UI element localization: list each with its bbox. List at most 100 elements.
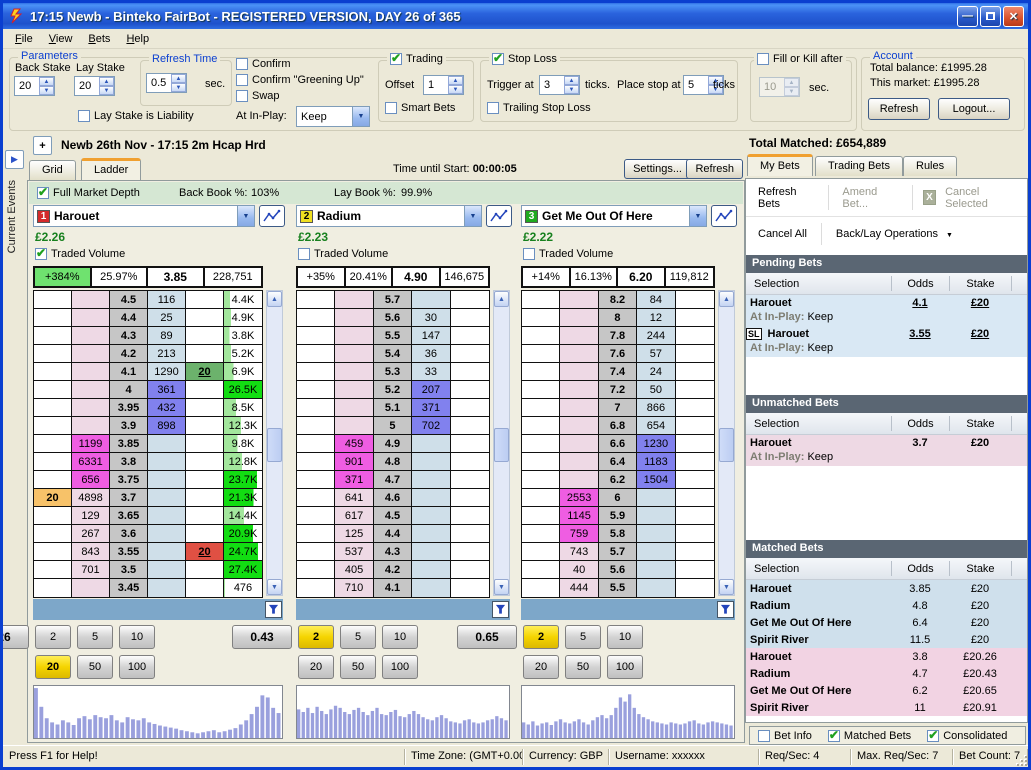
lay-amount-cell[interactable] (72, 363, 110, 380)
runner-select[interactable]: 2Radium▼ (296, 205, 482, 227)
lay-amount-cell[interactable] (560, 471, 598, 488)
title-bar[interactable]: 17:15 Newb - Binteko FairBot - REGISTERE… (3, 3, 1028, 29)
back-stake-cell[interactable] (34, 579, 72, 597)
lay-amount-cell[interactable]: 371 (335, 471, 373, 488)
option-matched-bets[interactable]: Matched Bets (828, 730, 911, 742)
scroll-up-button[interactable]: ▲ (494, 291, 509, 307)
chevron-down-icon[interactable]: ▼ (464, 206, 481, 226)
lay-amount-cell[interactable] (560, 345, 598, 362)
lay-amount-cell[interactable] (335, 417, 373, 434)
ladder-refresh-button[interactable]: Refresh (686, 159, 743, 179)
back-amount-cell[interactable] (412, 489, 450, 506)
back-stake-cell[interactable] (34, 525, 72, 542)
lay-stake-cell[interactable] (676, 417, 714, 434)
bet-row[interactable]: Harouet3.8£20.26 (746, 648, 1027, 665)
back-stake-cell[interactable] (522, 507, 560, 524)
back-amount-cell[interactable] (412, 453, 450, 470)
bet-row[interactable]: Harouet4.1£20At In-Play: Keep (746, 295, 1027, 326)
back-amount-cell[interactable]: 1230 (637, 435, 675, 452)
stake-button-20[interactable]: 20 (523, 655, 559, 679)
lay-amount-cell[interactable]: 129 (72, 507, 110, 524)
back-stake-cell[interactable] (34, 453, 72, 470)
back-amount-cell[interactable] (412, 525, 450, 542)
lay-stake-cell[interactable] (186, 525, 224, 542)
lay-amount-cell[interactable]: 743 (560, 543, 598, 560)
back-stake-cell[interactable] (297, 453, 335, 470)
back-stake-cell[interactable] (297, 345, 335, 362)
filter-funnel-button[interactable] (492, 601, 509, 618)
minimize-button[interactable]: — (957, 6, 978, 27)
lay-stake-cell[interactable] (451, 471, 489, 488)
back-stake-cell[interactable] (522, 309, 560, 326)
back-stake-cell[interactable] (297, 507, 335, 524)
back-amount-cell[interactable]: 1504 (637, 471, 675, 488)
full-market-depth-checkbox[interactable]: Full Market Depth (37, 187, 140, 199)
option-bet-info[interactable]: Bet Info (758, 730, 812, 742)
back-stake-cell[interactable] (522, 417, 560, 434)
back-amount-cell[interactable]: 12 (637, 309, 675, 326)
bet-row[interactable]: Radium4.7£20.43 (746, 665, 1027, 682)
back-amount-cell[interactable] (412, 435, 450, 452)
back-stake-cell[interactable] (297, 543, 335, 560)
confirm-greening-checkbox[interactable]: Confirm "Greening Up" (236, 74, 364, 86)
back-stake-cell[interactable] (297, 327, 335, 344)
back-stake-cell[interactable] (522, 399, 560, 416)
tick-offset-button[interactable]: 0.26 (0, 625, 29, 649)
expand-panel-button[interactable]: ▶ (5, 150, 24, 169)
lay-amount-cell[interactable] (335, 291, 373, 308)
lay-stake-cell[interactable] (676, 327, 714, 344)
lay-amount-cell[interactable] (560, 453, 598, 470)
back-amount-cell[interactable]: 24 (637, 363, 675, 380)
scroll-down-button[interactable]: ▼ (719, 579, 734, 595)
resize-grip[interactable] (1014, 753, 1027, 766)
lay-amount-cell[interactable] (560, 363, 598, 380)
lay-stake-cell[interactable] (451, 525, 489, 542)
lay-amount-cell[interactable]: 2553 (560, 489, 598, 506)
stake-button-100[interactable]: 100 (382, 655, 418, 679)
back-amount-cell[interactable]: 57 (637, 345, 675, 362)
lay-stake-cell[interactable] (676, 309, 714, 326)
tab-my-bets[interactable]: My Bets (747, 154, 813, 176)
lay-stake-cell[interactable] (186, 579, 224, 597)
lay-stake-cell[interactable] (451, 507, 489, 524)
lay-amount-cell[interactable] (560, 417, 598, 434)
lay-stake-cell[interactable] (676, 561, 714, 578)
stake-button-20[interactable]: 20 (35, 655, 71, 679)
ladder-scrollbar[interactable]: ▲▼ (718, 290, 735, 596)
lay-amount-cell[interactable] (72, 327, 110, 344)
tab-trading-bets[interactable]: Trading Bets (815, 156, 903, 176)
lay-stake-cell[interactable] (676, 291, 714, 308)
lay-amount-cell[interactable]: 6331 (72, 453, 110, 470)
lay-amount-cell[interactable] (335, 363, 373, 380)
back-amount-cell[interactable] (637, 561, 675, 578)
back-stake-cell[interactable] (297, 363, 335, 380)
back-amount-cell[interactable] (148, 471, 186, 488)
back-stake-cell[interactable] (297, 471, 335, 488)
back-amount-cell[interactable]: 702 (412, 417, 450, 434)
bet-row[interactable]: Spirit River11.5£20 (746, 631, 1027, 648)
lay-amount-cell[interactable] (560, 327, 598, 344)
stake-button-2[interactable]: 2 (298, 625, 334, 649)
back-amount-cell[interactable]: 361 (148, 381, 186, 398)
back-stake-cell[interactable] (297, 417, 335, 434)
chart-button[interactable] (486, 205, 512, 227)
bet-row[interactable]: Harouet3.85£20 (746, 580, 1027, 597)
lay-liability-checkbox[interactable]: Lay Stake is Liability (78, 110, 194, 122)
lay-stake-cell[interactable] (676, 453, 714, 470)
stake-button-5[interactable]: 5 (77, 625, 113, 649)
back-amount-cell[interactable]: 371 (412, 399, 450, 416)
lay-stake-cell[interactable] (451, 543, 489, 560)
lay-amount-cell[interactable]: 759 (560, 525, 598, 542)
settings-button[interactable]: Settings... (624, 159, 691, 179)
back-amount-cell[interactable]: 147 (412, 327, 450, 344)
lay-stake-cell[interactable] (451, 453, 489, 470)
back-stake-cell[interactable] (522, 435, 560, 452)
stake-button-100[interactable]: 100 (607, 655, 643, 679)
lay-stake-cell[interactable] (451, 579, 489, 597)
menu-view[interactable]: View (41, 31, 81, 47)
lay-amount-cell[interactable]: 656 (72, 471, 110, 488)
back-amount-cell[interactable] (637, 489, 675, 506)
runner-select[interactable]: 3Get Me Out Of Here▼ (521, 205, 707, 227)
bet-row[interactable]: Spirit River11£20.91 (746, 699, 1027, 716)
back-amount-cell[interactable]: 36 (412, 345, 450, 362)
